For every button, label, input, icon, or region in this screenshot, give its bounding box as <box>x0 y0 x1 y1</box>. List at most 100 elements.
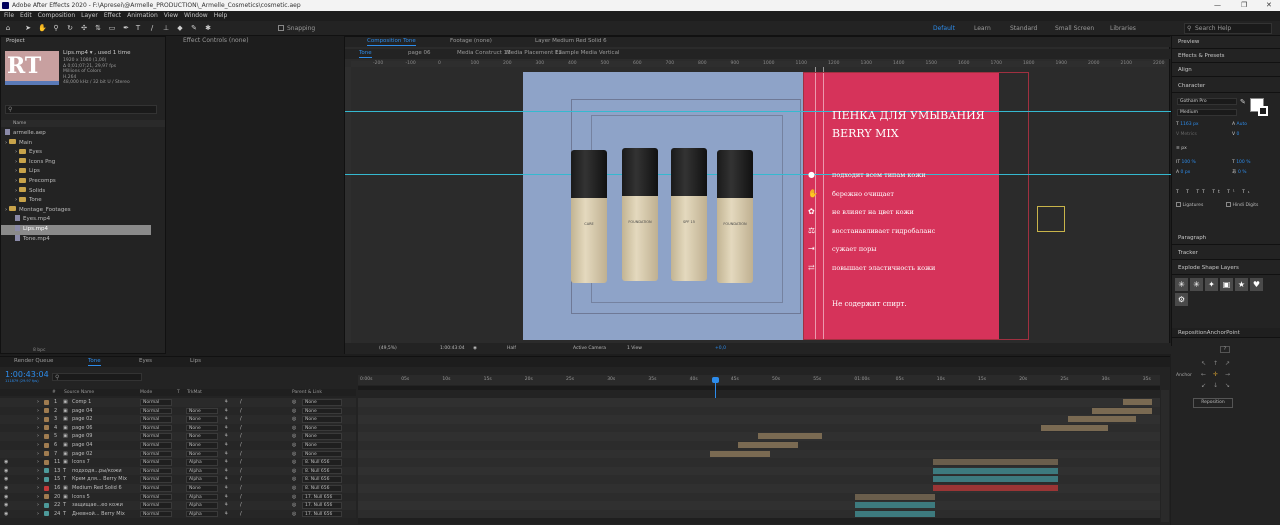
mode-dropdown[interactable]: Normal <box>140 467 172 475</box>
parent-pickwhip-icon[interactable]: ◎ <box>292 467 296 476</box>
label-color-swatch[interactable] <box>44 416 49 422</box>
layer-duration-bar[interactable] <box>855 510 935 517</box>
layer-name[interactable]: page 02 <box>72 450 136 459</box>
current-time[interactable]: 1:00:43:04 <box>440 343 465 354</box>
eye-icon[interactable]: ◉ <box>4 484 8 493</box>
eye-icon[interactable]: ◉ <box>4 467 8 476</box>
table-row[interactable]: › 1 ▣ Comp 1 Normal ⚘ / ◎ None <box>0 398 356 407</box>
effects-presets-header[interactable]: Effects & Presets <box>1172 50 1280 63</box>
project-item[interactable]: Lips.mp4 <box>1 225 151 235</box>
anchor-top-left-icon[interactable]: ↖ <box>1201 360 1206 367</box>
ligatures-checkbox[interactable] <box>1176 202 1181 207</box>
layer-name[interactable]: защищае...ео кожи <box>72 501 136 510</box>
shy-switch-icon[interactable]: ⚘ <box>224 467 228 476</box>
table-row[interactable]: ◉ › 20 ▣ Icons 5 Normal Alpha ⚘ / ◎ 17. Null 656 <box>0 492 356 502</box>
project-item[interactable]: › Eyes <box>1 148 151 158</box>
time-ruler[interactable]: 0:00s 05s 10s 15s 20s 25s 30s 35s 40s 45s 50s 55s 01… <box>358 375 1160 385</box>
tab-layer[interactable]: Layer Medium Red Solid 6 <box>535 37 607 46</box>
shy-switch-icon[interactable]: ⚘ <box>224 493 228 502</box>
chevron-right-icon[interactable]: › <box>37 415 39 424</box>
layer-name[interactable]: Крем для... Berry Mix <box>72 475 136 484</box>
explode-shape-layers-header[interactable]: Explode Shape Layers <box>1172 262 1280 275</box>
leading-value[interactable]: Auto <box>1237 122 1247 127</box>
hindi-digits-checkbox[interactable] <box>1226 202 1231 207</box>
tab-footage[interactable]: Footage (none) <box>450 37 492 46</box>
exposure-value[interactable]: +0,0 <box>715 343 726 354</box>
parent-dropdown[interactable]: 8. Null 656 <box>302 467 342 475</box>
mode-dropdown[interactable]: Normal <box>140 407 172 415</box>
table-row[interactable]: › 5 ▣ page 09 Normal None ⚘ / ◎ None <box>0 432 356 441</box>
layer-duration-bar[interactable] <box>933 467 1058 474</box>
anchor-left-icon[interactable]: ← <box>1201 371 1206 378</box>
menu-item-effect[interactable]: Effect <box>104 12 121 19</box>
explode-fill-icon[interactable]: ✦ <box>1205 278 1218 291</box>
workspace-standard[interactable]: Standard <box>1010 25 1037 32</box>
shy-switch-icon[interactable]: ⚘ <box>224 398 228 407</box>
tab-composition-tone[interactable]: Composition Tone <box>367 37 416 46</box>
pen-switch-icon[interactable]: / <box>240 450 242 459</box>
col-t[interactable]: T <box>177 389 180 396</box>
parent-dropdown[interactable]: None <box>302 433 342 440</box>
mode-dropdown[interactable]: Normal <box>140 416 172 423</box>
parent-pickwhip-icon[interactable]: ◎ <box>292 398 296 407</box>
settings-icon[interactable]: ⚙ <box>1175 293 1188 306</box>
project-item[interactable]: armelle.aep <box>1 129 151 139</box>
close-button[interactable]: ✕ <box>1266 0 1272 11</box>
menu-item-layer[interactable]: Layer <box>81 12 98 19</box>
timeline-search-input[interactable]: ⚲ <box>52 373 142 381</box>
parent-dropdown[interactable]: None <box>302 442 342 449</box>
anchor-right-icon[interactable]: → <box>1225 371 1230 378</box>
baseline-value[interactable]: 0 px <box>1181 170 1191 175</box>
chevron-right-icon[interactable]: › <box>37 510 39 519</box>
stamp-tool-icon[interactable]: ⊥ <box>162 24 170 32</box>
trkmat-dropdown[interactable]: None <box>186 424 218 432</box>
layer-duration-bar[interactable] <box>933 459 1058 466</box>
camera-dropdown[interactable]: Active Camera <box>573 343 606 354</box>
anchor-center-icon[interactable]: ✛ <box>1213 371 1218 378</box>
tracking-value[interactable]: 0 <box>1237 132 1240 137</box>
chevron-right-icon[interactable]: › <box>37 493 39 502</box>
help-button[interactable]: ? <box>1220 346 1230 353</box>
rectangle-tool-icon[interactable]: ▭ <box>108 24 116 32</box>
table-row[interactable]: › 7 ▣ page 02 Normal None ⚘ / ◎ None <box>0 449 356 459</box>
parent-pickwhip-icon[interactable]: ◎ <box>292 458 296 467</box>
workspace-small-screen[interactable]: Small Screen <box>1055 25 1094 32</box>
tab-tone[interactable]: Tone <box>88 357 101 366</box>
type-style-buttons[interactable]: T T TT Tt T¹ T₁ <box>1176 190 1280 196</box>
table-row[interactable]: ◉ › 22 Tзащищае...ео кожи Normal Alpha ⚘ / ◎ 17. … <box>0 501 356 510</box>
reposition-button[interactable]: Reposition <box>1193 398 1233 408</box>
parent-pickwhip-icon[interactable]: ◎ <box>292 432 296 441</box>
chevron-right-icon[interactable]: › <box>37 424 39 433</box>
project-item[interactable]: › Lips <box>1 167 151 177</box>
trkmat-dropdown[interactable]: Alpha <box>186 502 218 509</box>
trkmat-dropdown[interactable]: Alpha <box>186 476 218 483</box>
mode-dropdown[interactable]: Normal <box>140 459 172 466</box>
parent-dropdown[interactable]: 8. Null 656 <box>302 476 342 483</box>
dolly-tool-icon[interactable]: ⇅ <box>94 24 102 32</box>
layer-duration-bar[interactable] <box>855 493 935 500</box>
tab-eyes[interactable]: Eyes <box>139 357 152 366</box>
pen-switch-icon[interactable]: / <box>240 424 242 433</box>
layer-duration-bar[interactable] <box>933 476 1058 483</box>
breadcrumb-item[interactable]: Tone <box>359 49 372 58</box>
pen-switch-icon[interactable]: / <box>240 493 242 502</box>
stroke-color-swatch[interactable] <box>1258 106 1268 116</box>
font-family-dropdown[interactable]: Gotham Pro <box>1177 98 1237 105</box>
workspace-default[interactable]: Default <box>933 25 955 32</box>
breadcrumb-item[interactable]: Media Placement 13 <box>506 49 562 58</box>
table-row[interactable]: ◉ › 11 ▣ Icons 7 Normal Alpha ⚘ / ◎ 8. Null 656 <box>0 458 356 467</box>
column-name-header[interactable]: Name <box>1 120 165 127</box>
pen-switch-icon[interactable]: / <box>240 407 242 416</box>
font-size-value[interactable]: 1163 px <box>1180 122 1198 127</box>
guide-horizontal[interactable] <box>345 174 1171 175</box>
snapping-checkbox[interactable] <box>278 25 284 31</box>
reposition-anchor-point-header[interactable]: RepositionAnchorPoint <box>1172 328 1280 338</box>
tsume-value[interactable]: 0 % <box>1238 170 1247 175</box>
layer-name[interactable]: page 09 <box>72 432 136 441</box>
shy-switch-icon[interactable]: ⚘ <box>224 441 228 450</box>
label-color-swatch[interactable] <box>44 494 49 500</box>
table-row[interactable]: › 2 ▣ page 04 Normal None ⚘ / ◎ None <box>0 406 356 416</box>
col-source-name[interactable]: Source Name <box>64 389 94 396</box>
shy-switch-icon[interactable]: ⚘ <box>224 475 228 484</box>
shy-switch-icon[interactable]: ⚘ <box>224 501 228 510</box>
